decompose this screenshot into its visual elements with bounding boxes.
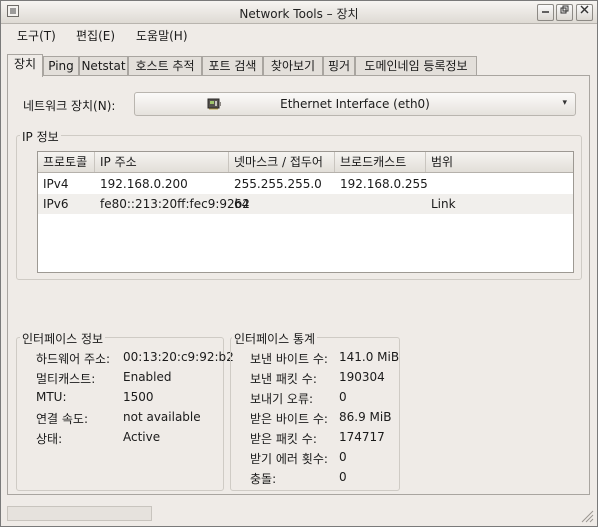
- resize-grip-icon[interactable]: [580, 509, 594, 523]
- column-header-netmask[interactable]: 넷마스크 / 접두어: [229, 152, 335, 172]
- network-tools-window: Network Tools – 장치 도구(T) 편집(E) 도움말(H) 장치…: [0, 0, 598, 527]
- bytes-sent-value: 141.0 MiB: [339, 350, 400, 364]
- title-bar[interactable]: Network Tools – 장치: [1, 1, 597, 24]
- cell-scope: [426, 174, 431, 194]
- state-value: Active: [123, 430, 161, 444]
- minimize-button[interactable]: [537, 4, 554, 21]
- cell-scope: Link: [431, 197, 456, 211]
- interface-stats-title: 인터페이스 통계: [232, 330, 318, 347]
- hardware-address-label: 하드웨어 주소:: [36, 352, 111, 366]
- packets-received-value: 174717: [339, 430, 385, 444]
- device-combobox[interactable]: Ethernet Interface (eth0) ▾: [134, 92, 576, 116]
- restore-button[interactable]: [556, 4, 573, 21]
- multicast-label: 멀티캐스트:: [36, 372, 96, 386]
- tab-traceroute[interactable]: 호스트 추적: [128, 56, 202, 76]
- close-button[interactable]: [576, 4, 593, 21]
- cell-netmask: 64: [234, 197, 250, 211]
- collisions-label: 충돌:: [250, 472, 277, 486]
- tab-whois[interactable]: 도메인네임 등록정보: [355, 56, 477, 76]
- tab-ping[interactable]: Ping: [43, 56, 79, 76]
- device-label: 네트워크 장치(N):: [23, 99, 116, 113]
- packets-sent-value: 190304: [339, 370, 385, 384]
- table-row[interactable]: IPv4 192.168.0.200 255.255.255.0 192.168…: [38, 174, 573, 194]
- cell-broadcast: 192.168.0.255: [340, 177, 428, 191]
- receive-errors-label: 받기 에러 횟수:: [250, 452, 328, 466]
- hardware-address-value: 00:13:20:c9:92:b2: [123, 350, 234, 364]
- bytes-sent-label: 보낸 바이트 수:: [250, 352, 328, 366]
- menu-tools[interactable]: 도구(T): [17, 27, 56, 44]
- device-combobox-value: Ethernet Interface (eth0): [280, 97, 430, 111]
- column-header-broadcast[interactable]: 브로드캐스트: [335, 152, 426, 172]
- menu-help[interactable]: 도움말(H): [136, 27, 188, 44]
- link-speed-label: 연결 속도:: [36, 412, 89, 426]
- tab-netstat[interactable]: Netstat: [79, 56, 128, 76]
- cell-broadcast: [335, 194, 340, 214]
- column-header-ip-address[interactable]: IP 주소: [95, 152, 229, 172]
- cell-ip-address: 192.168.0.200: [100, 177, 188, 191]
- send-errors-label: 보내기 오류:: [250, 392, 314, 406]
- packets-received-label: 받은 패킷 수:: [250, 432, 317, 446]
- mtu-label: MTU:: [36, 390, 67, 404]
- menu-bar: 도구(T) 편집(E) 도움말(H): [1, 24, 597, 46]
- ip-table-header: 프로토콜 IP 주소 넷마스크 / 접두어 브로드캐스트 범위: [38, 152, 573, 173]
- interface-info-title: 인터페이스 정보: [20, 330, 106, 347]
- menu-edit[interactable]: 편집(E): [76, 27, 115, 44]
- cell-protocol: IPv4: [43, 177, 69, 191]
- cell-netmask: 255.255.255.0: [234, 177, 322, 191]
- tab-port-scan[interactable]: 포트 검색: [202, 56, 263, 76]
- cell-ip-address: fe80::213:20ff:fec9:92b2: [100, 197, 250, 211]
- state-label: 상태:: [36, 432, 63, 446]
- window-title: Network Tools – 장치: [239, 7, 359, 21]
- status-bar: [7, 506, 152, 521]
- bytes-received-value: 86.9 MiB: [339, 410, 392, 424]
- cell-protocol: IPv6: [43, 197, 69, 211]
- ip-info-table[interactable]: 프로토콜 IP 주소 넷마스크 / 접두어 브로드캐스트 범위 IPv4 192…: [37, 151, 574, 273]
- column-header-protocol[interactable]: 프로토콜: [38, 152, 95, 172]
- tab-finger[interactable]: 핑거: [323, 56, 355, 76]
- ip-info-title: IP 정보: [20, 128, 61, 145]
- minimize-icon: [542, 11, 549, 13]
- column-header-scope[interactable]: 범위: [426, 152, 573, 172]
- packets-sent-label: 보낸 패킷 수:: [250, 372, 317, 386]
- tab-lookup[interactable]: 찾아보기: [263, 56, 323, 76]
- send-errors-value: 0: [339, 390, 347, 404]
- mtu-value: 1500: [123, 390, 154, 404]
- tab-device[interactable]: 장치: [7, 54, 43, 77]
- table-row[interactable]: IPv6 fe80::213:20ff:fec9:92b2 64 Link: [38, 194, 573, 214]
- chevron-down-icon: ▾: [562, 98, 567, 108]
- multicast-value: Enabled: [123, 370, 172, 384]
- link-speed-value: not available: [123, 410, 201, 424]
- bytes-received-label: 받은 바이트 수:: [250, 412, 328, 426]
- restore-icon: [560, 5, 569, 14]
- receive-errors-value: 0: [339, 450, 347, 464]
- collisions-value: 0: [339, 470, 347, 484]
- close-icon: [580, 5, 589, 14]
